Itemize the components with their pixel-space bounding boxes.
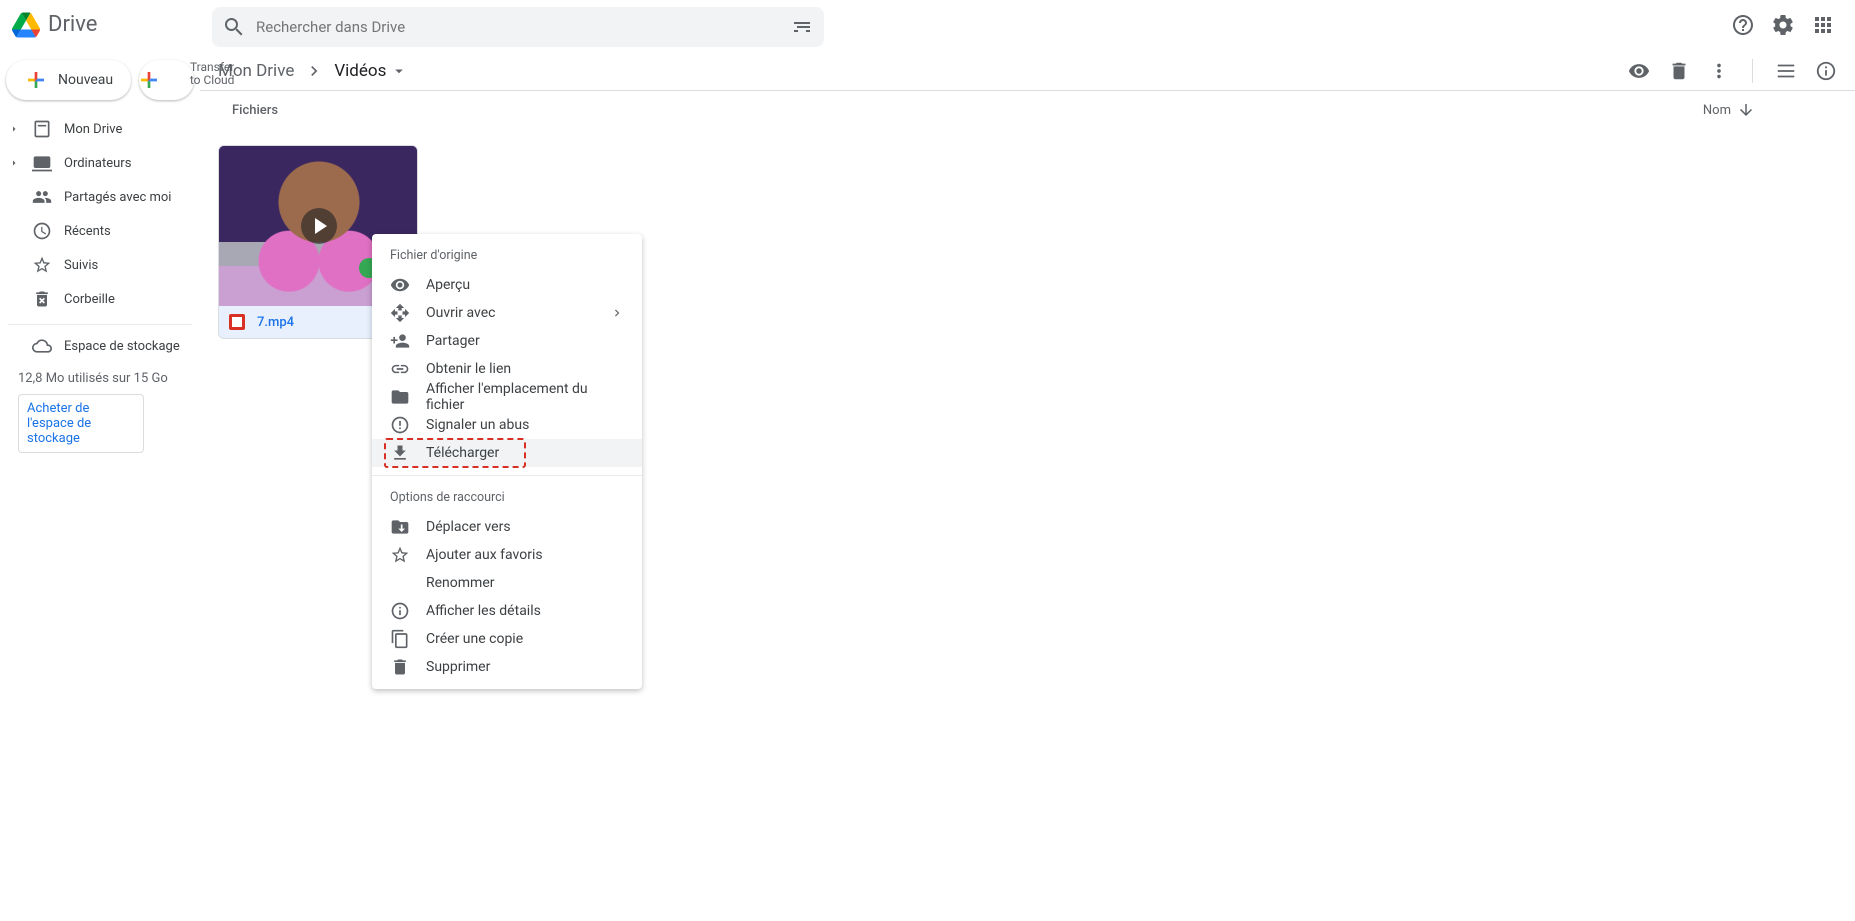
sidebar-item-recent[interactable]: Récents [0, 214, 200, 248]
list-view-icon[interactable] [1775, 60, 1797, 82]
sidebar-item-storage[interactable]: Espace de stockage [0, 329, 200, 363]
cloud-icon [32, 336, 52, 356]
folder-icon [390, 387, 410, 407]
sidebar-item-label: Partagés avec moi [64, 190, 171, 205]
more-vert-icon[interactable] [1708, 60, 1730, 82]
ctx-add-star[interactable]: Ajouter aux favoris [372, 541, 642, 569]
sort-by[interactable]: Nom [1703, 101, 1835, 119]
ctx-details[interactable]: Afficher les détails [372, 597, 642, 625]
trash-icon [32, 289, 52, 309]
video-file-icon [229, 314, 245, 330]
ctx-open-with[interactable]: Ouvrir avec [372, 299, 642, 327]
people-icon [32, 187, 52, 207]
search-icon [222, 15, 246, 39]
breadcrumb: Mon Drive Vidéos [218, 61, 408, 81]
search-input[interactable] [246, 18, 790, 36]
plus-icon [24, 68, 48, 92]
link-icon [390, 359, 410, 379]
move-icon [390, 517, 410, 537]
breadcrumb-current[interactable]: Vidéos [334, 61, 408, 81]
sidebar-item-trash[interactable]: Corbeille [0, 282, 200, 316]
header: Drive [0, 0, 1855, 50]
chevron-right-icon [8, 123, 20, 135]
logo-area[interactable]: Drive [12, 11, 212, 39]
eye-icon[interactable] [1628, 60, 1650, 82]
header-right [1731, 13, 1843, 37]
sidebar-item-shared[interactable]: Partagés avec moi [0, 180, 200, 214]
ctx-show-location[interactable]: Afficher l'emplacement du fichier [372, 383, 642, 411]
file-name: 7.mp4 [257, 315, 294, 330]
caret-down-icon [390, 62, 408, 80]
transfer-to-cloud-button[interactable]: Transfer to Cloud [139, 60, 194, 100]
trash-icon[interactable] [1668, 60, 1690, 82]
sidebar-item-label: Espace de stockage [64, 339, 180, 354]
ctx-section-label-2: Options de raccourci [372, 484, 642, 513]
ctx-make-copy[interactable]: Créer une copie [372, 625, 642, 653]
ctx-rename[interactable]: Renommer [372, 569, 642, 597]
download-icon [390, 443, 410, 463]
person-plus-icon [390, 331, 410, 351]
rename-icon [390, 573, 410, 593]
sidebar-item-mydrive[interactable]: Mon Drive [0, 112, 200, 146]
chevron-right-icon [8, 157, 20, 169]
new-button[interactable]: Nouveau [6, 60, 131, 100]
sidebar-item-label: Corbeille [64, 292, 115, 307]
copy-icon [390, 629, 410, 649]
ctx-report-abuse[interactable]: Signaler un abus [372, 411, 642, 439]
sidebar-item-label: Récents [64, 224, 111, 239]
ctx-share[interactable]: Partager [372, 327, 642, 355]
files-section-header: Fichiers Nom [200, 91, 1855, 123]
report-icon [390, 415, 410, 435]
breadcrumb-root[interactable]: Mon Drive [218, 61, 294, 81]
new-button-label: Nouveau [58, 72, 113, 88]
sidebar-item-computers[interactable]: Ordinateurs [0, 146, 200, 180]
context-menu: Fichier d'origine Aperçu Ouvrir avec Par… [372, 234, 642, 689]
info-icon[interactable] [1815, 60, 1837, 82]
computers-icon [32, 153, 52, 173]
ctx-preview[interactable]: Aperçu [372, 271, 642, 299]
play-icon-overlay [301, 208, 337, 244]
ctx-download[interactable]: Télécharger [372, 439, 642, 467]
help-icon[interactable] [1731, 13, 1755, 37]
eye-icon [390, 275, 410, 295]
sidebar-item-label: Mon Drive [64, 122, 122, 137]
open-with-icon [390, 303, 410, 323]
ctx-get-link[interactable]: Obtenir le lien [372, 355, 642, 383]
trash-icon [390, 657, 410, 677]
chevron-right-icon [610, 306, 624, 320]
arrow-down-icon [1737, 101, 1755, 119]
filters-icon[interactable] [790, 15, 814, 39]
search-bar[interactable] [212, 7, 824, 47]
drive-logo-icon [12, 11, 40, 39]
main-header: Mon Drive Vidéos [200, 51, 1855, 91]
buy-storage-link[interactable]: Acheter de l'espace de stockage [18, 394, 144, 453]
clock-icon [32, 221, 52, 241]
ctx-move-to[interactable]: Déplacer vers [372, 513, 642, 541]
sidebar: Nouveau Transfer to Cloud Mon Drive Ordi… [0, 50, 200, 471]
drive-icon [32, 119, 52, 139]
star-icon [390, 545, 410, 565]
storage-usage-text: 12,8 Mo utilisés sur 15 Go [18, 371, 182, 386]
chevron-right-icon [304, 61, 324, 81]
sidebar-item-starred[interactable]: Suivis [0, 248, 200, 282]
sidebar-item-label: Ordinateurs [64, 156, 131, 171]
files-label: Fichiers [232, 103, 278, 118]
ctx-section-label: Fichier d'origine [372, 242, 642, 271]
ctx-remove[interactable]: Supprimer [372, 653, 642, 681]
apps-icon[interactable] [1811, 13, 1835, 37]
gear-icon[interactable] [1771, 13, 1795, 37]
star-icon [32, 255, 52, 275]
sidebar-item-label: Suivis [64, 258, 98, 273]
app-name: Drive [48, 12, 97, 37]
info-icon [390, 601, 410, 621]
plus-icon [137, 68, 161, 92]
